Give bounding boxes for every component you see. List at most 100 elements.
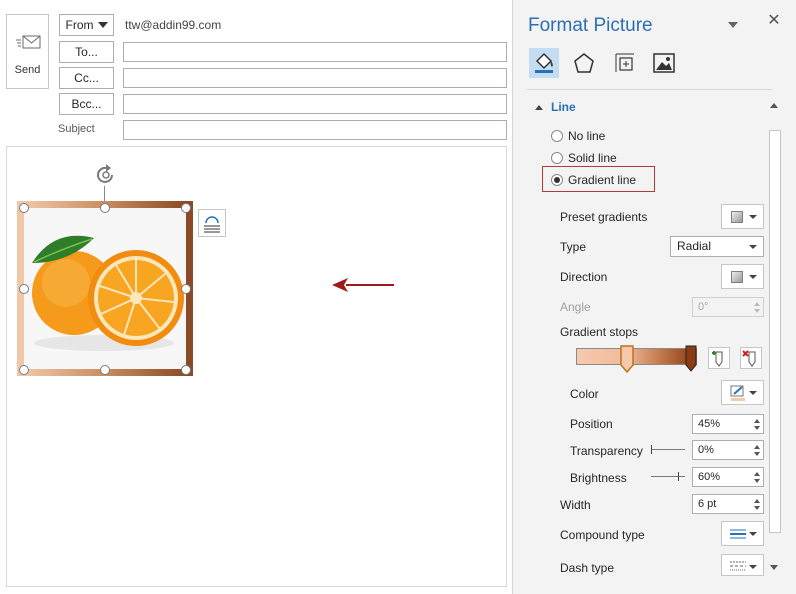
- remove-gradient-stop-button[interactable]: [740, 347, 762, 369]
- resize-handle-bottom-right[interactable]: [181, 365, 191, 375]
- brightness-slider-thumb[interactable]: [678, 472, 679, 481]
- color-picker-button[interactable]: [721, 380, 764, 405]
- compose-window: Send From ttw@addin99.com To... Cc... Bc…: [0, 0, 512, 594]
- chevron-down-icon: [97, 22, 108, 28]
- type-value: Radial: [677, 239, 712, 253]
- to-button[interactable]: To...: [59, 41, 114, 63]
- preset-gradients-button[interactable]: [721, 204, 764, 229]
- close-icon[interactable]: ✕: [767, 13, 781, 29]
- transparency-spinner[interactable]: 0%: [692, 440, 764, 460]
- resize-handle-top-left[interactable]: [19, 203, 29, 213]
- preset-gradients-label: Preset gradients: [560, 210, 648, 224]
- resize-handle-top-right[interactable]: [181, 203, 191, 213]
- resize-handle-top[interactable]: [100, 203, 110, 213]
- scroll-down-icon[interactable]: [770, 565, 778, 570]
- dash-type-button[interactable]: [721, 554, 764, 576]
- resize-handle-bottom-left[interactable]: [19, 365, 29, 375]
- gradient-stops-label: Gradient stops: [560, 325, 639, 339]
- tab-picture[interactable]: [649, 48, 679, 78]
- subject-label: Subject: [58, 123, 95, 135]
- transparency-slider-thumb[interactable]: [651, 445, 652, 454]
- spin-up-icon[interactable]: [754, 445, 760, 449]
- paint-bucket-icon: [535, 52, 553, 73]
- rotate-connector: [104, 186, 105, 202]
- line-section-header[interactable]: Line: [535, 100, 576, 114]
- spin-down-icon: [754, 309, 760, 313]
- solid-line-radio[interactable]: [551, 152, 563, 164]
- scroll-up-icon[interactable]: [770, 103, 778, 108]
- type-select[interactable]: Radial: [670, 236, 764, 257]
- chevron-down-icon: [749, 215, 757, 219]
- resize-handle-bottom[interactable]: [100, 365, 110, 375]
- tab-effects[interactable]: [569, 48, 599, 78]
- angle-spinner: 0°: [692, 297, 764, 317]
- subject-field[interactable]: [123, 120, 507, 140]
- brightness-slider[interactable]: [651, 476, 685, 477]
- from-button[interactable]: From: [59, 14, 114, 36]
- resize-handle-left[interactable]: [19, 284, 29, 294]
- cc-label: Cc...: [74, 71, 99, 85]
- direction-swatch-icon: [731, 271, 743, 283]
- left-arrow-annotation: [332, 278, 394, 292]
- size-properties-icon: [615, 53, 634, 72]
- add-gradient-stop-button[interactable]: [708, 347, 730, 369]
- no-line-option[interactable]: No line: [551, 128, 605, 144]
- pane-options-icon[interactable]: [727, 20, 739, 30]
- tab-size-properties[interactable]: [610, 48, 640, 78]
- pane-scrollbar[interactable]: [767, 99, 783, 577]
- spin-down-icon[interactable]: [754, 452, 760, 456]
- bcc-button[interactable]: Bcc...: [59, 93, 114, 115]
- solid-line-option[interactable]: Solid line: [551, 150, 617, 166]
- send-label: Send: [14, 64, 41, 76]
- bcc-field[interactable]: [123, 94, 507, 114]
- spin-up-icon: [754, 302, 760, 306]
- to-field[interactable]: [123, 42, 507, 62]
- chevron-down-icon: [749, 565, 757, 569]
- cc-button[interactable]: Cc...: [59, 67, 114, 89]
- orange-image: [24, 208, 186, 369]
- direction-button[interactable]: [721, 264, 764, 289]
- transparency-value: 0%: [698, 444, 714, 456]
- spin-up-icon[interactable]: [754, 472, 760, 476]
- remove-stop-icon: [742, 350, 756, 367]
- no-line-radio[interactable]: [551, 130, 563, 142]
- layout-options-button[interactable]: [198, 209, 226, 237]
- gradient-stops-bar[interactable]: [576, 348, 697, 365]
- scroll-thumb[interactable]: [769, 130, 781, 533]
- tab-fill-line[interactable]: [529, 48, 559, 78]
- spin-down-icon[interactable]: [754, 506, 760, 510]
- from-address: ttw@addin99.com: [125, 18, 222, 32]
- spin-up-icon[interactable]: [754, 499, 760, 503]
- spin-down-icon[interactable]: [754, 426, 760, 430]
- compound-lines-icon: [730, 529, 746, 539]
- to-label: To...: [75, 45, 98, 59]
- position-spinner[interactable]: 45%: [692, 414, 764, 434]
- gradient-line-label: Gradient line: [568, 173, 637, 187]
- gradient-line-radio[interactable]: [551, 174, 563, 186]
- rotate-icon[interactable]: [93, 162, 119, 188]
- width-label: Width: [560, 498, 591, 512]
- position-value: 45%: [698, 418, 721, 430]
- spin-down-icon[interactable]: [754, 479, 760, 483]
- cc-field[interactable]: [123, 68, 507, 88]
- resize-handle-right[interactable]: [181, 284, 191, 294]
- chevron-down-icon: [749, 391, 757, 395]
- send-button[interactable]: Send: [6, 14, 49, 89]
- spin-up-icon[interactable]: [754, 419, 760, 423]
- gradient-line-option[interactable]: Gradient line: [551, 172, 636, 188]
- angle-value: 0°: [698, 301, 709, 313]
- picture-icon: [653, 53, 675, 73]
- brightness-value: 60%: [698, 471, 721, 483]
- width-spinner[interactable]: 6 pt: [692, 494, 764, 514]
- gradient-stop-1[interactable]: [619, 345, 635, 373]
- selected-picture[interactable]: [17, 201, 193, 376]
- compound-type-button[interactable]: [721, 521, 764, 546]
- brightness-spinner[interactable]: 60%: [692, 467, 764, 487]
- color-label: Color: [570, 387, 599, 401]
- brightness-label: Brightness: [570, 471, 627, 485]
- gradient-stop-2[interactable]: [684, 345, 698, 373]
- transparency-slider[interactable]: [651, 449, 685, 450]
- chevron-down-icon: [749, 275, 757, 279]
- chevron-down-icon: [749, 532, 757, 536]
- transparency-label: Transparency: [570, 444, 643, 458]
